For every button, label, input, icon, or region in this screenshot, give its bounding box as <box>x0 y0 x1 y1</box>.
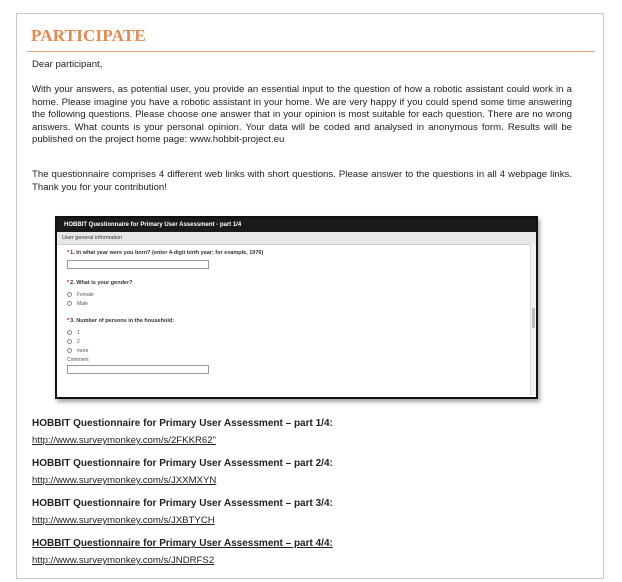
required-marker: * <box>67 318 70 324</box>
radio-icon[interactable] <box>67 292 72 297</box>
household-option-more[interactable]: more <box>67 346 536 355</box>
instructions-paragraph: The questionnaire comprises 4 different … <box>32 169 572 193</box>
link-title: HOBBIT Questionnaire for Primary User As… <box>32 418 333 429</box>
link-item-part-1: HOBBIT Questionnaire for Primary User As… <box>32 418 552 448</box>
comment-input[interactable] <box>67 365 209 374</box>
survey-title: HOBBIT Questionnaire for Primary User As… <box>57 218 536 232</box>
question-gender: *2. What is your gender? <box>67 280 536 286</box>
option-label: 1 <box>77 329 80 336</box>
question-birth-year-label: 1. In what year were you born? (enter 4-… <box>70 250 264 256</box>
survey-screenshot: HOBBIT Questionnaire for Primary User As… <box>55 216 538 399</box>
survey-link-part-3[interactable]: http://www.surveymonkey.com/s/JXBTYCH <box>32 515 215 527</box>
household-option-2[interactable]: 2 <box>67 337 536 346</box>
option-label: Male <box>77 300 88 307</box>
project-homepage-link[interactable]: www.hobbit-project.eu <box>190 134 284 145</box>
comment-label: Comment <box>67 357 89 363</box>
gender-option-female[interactable]: Female <box>67 290 536 299</box>
survey-link-part-4[interactable]: http://www.surveymonkey.com/s/JNDRFS2 <box>32 555 214 567</box>
link-item-part-3: HOBBIT Questionnaire for Primary User As… <box>32 498 552 528</box>
link-title: HOBBIT Questionnaire for Primary User As… <box>32 458 333 469</box>
link-title: HOBBIT Questionnaire for Primary User As… <box>32 498 333 509</box>
household-option-1[interactable]: 1 <box>67 328 536 337</box>
survey-section-header: User general information <box>57 232 536 245</box>
question-birth-year: *1. In what year were you born? (enter 4… <box>67 250 536 256</box>
radio-icon[interactable] <box>67 330 72 335</box>
birth-year-input[interactable] <box>67 260 209 269</box>
option-label: more <box>77 347 89 354</box>
intro-text: With your answers, as potential user, yo… <box>32 84 572 145</box>
intro-paragraph: With your answers, as potential user, yo… <box>32 84 572 147</box>
radio-icon[interactable] <box>67 339 72 344</box>
link-title: HOBBIT Questionnaire for Primary User As… <box>32 538 333 549</box>
gender-option-male[interactable]: Male <box>67 299 536 308</box>
required-marker: * <box>67 280 70 286</box>
required-marker: * <box>67 250 70 256</box>
link-item-part-4: HOBBIT Questionnaire for Primary User As… <box>32 538 552 568</box>
option-label: 2 <box>77 338 80 345</box>
radio-icon[interactable] <box>67 301 72 306</box>
question-household-label: 3. Number of persons in the household: <box>70 318 175 324</box>
question-gender-label: 2. What is your gender? <box>70 280 133 286</box>
radio-icon[interactable] <box>67 348 72 353</box>
question-household: *3. Number of persons in the household: <box>67 318 536 324</box>
survey-link-part-2[interactable]: http://www.surveymonkey.com/s/JXXMXYN <box>32 475 216 487</box>
heading-divider <box>27 51 595 52</box>
gender-options: Female Male <box>67 290 536 308</box>
survey-body: *1. In what year were you born? (enter 4… <box>57 245 536 374</box>
survey-link-part-1[interactable]: http://www.surveymonkey.com/s/2FKKR62" <box>32 435 216 447</box>
household-options: 1 2 more <box>67 328 536 355</box>
questionnaire-links: HOBBIT Questionnaire for Primary User As… <box>32 418 552 578</box>
link-item-part-2: HOBBIT Questionnaire for Primary User As… <box>32 458 552 488</box>
greeting-text: Dear participant, <box>32 59 103 70</box>
page-heading: PARTICIPATE <box>31 26 146 45</box>
option-label: Female <box>77 291 94 298</box>
